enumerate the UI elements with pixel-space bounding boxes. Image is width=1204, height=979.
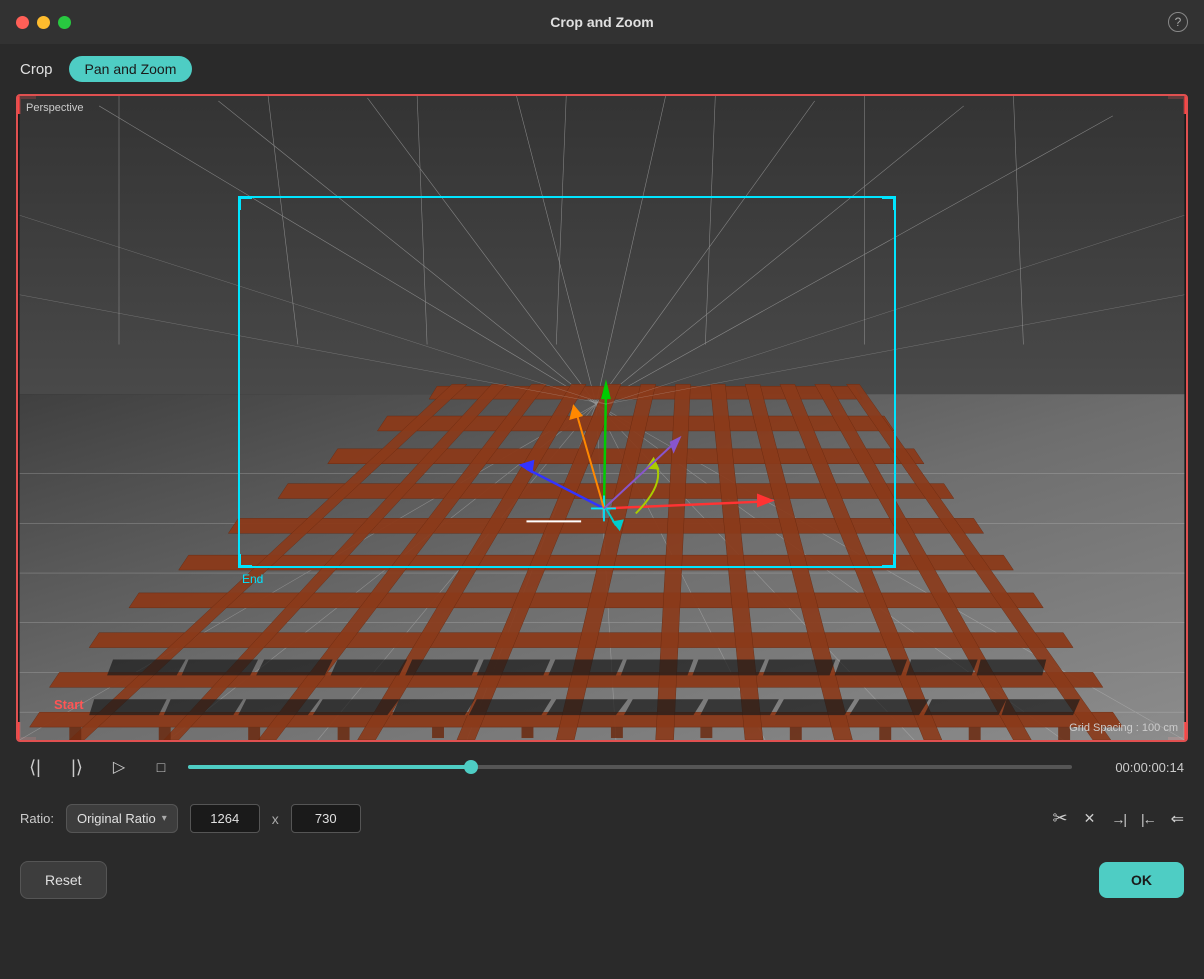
tabs-bar: Crop Pan and Zoom: [0, 44, 1204, 94]
window-title: Crop and Zoom: [550, 14, 653, 30]
minimize-button[interactable]: [37, 16, 50, 29]
reset-button[interactable]: Reset: [20, 861, 107, 899]
clear-crop-button[interactable]: ✕: [1084, 810, 1096, 827]
align-right-button[interactable]: →|: [1111, 811, 1125, 827]
maximize-button[interactable]: [58, 16, 71, 29]
tab-pan-zoom[interactable]: Pan and Zoom: [69, 56, 193, 82]
align-left-button[interactable]: |←: [1141, 811, 1155, 827]
tab-crop[interactable]: Crop: [20, 57, 53, 82]
ratio-actions: ✂ ✕ →| |← ⇐: [1052, 808, 1184, 829]
help-button[interactable]: ?: [1168, 12, 1188, 32]
ratio-selected-value: Original Ratio: [77, 811, 156, 826]
close-button[interactable]: [16, 16, 29, 29]
ratio-label: Ratio:: [20, 811, 54, 826]
ratio-dropdown[interactable]: Original Ratio ▾: [66, 804, 178, 833]
timecode-display: 00:00:00:14: [1084, 760, 1184, 775]
grid-spacing-label: Grid Spacing : 100 cm: [1069, 722, 1178, 734]
chevron-down-icon: ▾: [162, 813, 167, 824]
ok-button[interactable]: OK: [1099, 862, 1184, 898]
step-forward-button[interactable]: |⟩: [62, 752, 92, 782]
crop-to-frame-button[interactable]: ✂: [1052, 808, 1067, 829]
start-label: Start: [54, 697, 84, 712]
play-button[interactable]: ▷: [104, 752, 134, 782]
traffic-lights: [16, 16, 71, 29]
playback-bar: ⟨| |⟩ ▷ □ 00:00:00:14: [0, 742, 1204, 792]
viewport-container[interactable]: Perspective Grid Spacing : 100 cm End St…: [16, 94, 1188, 742]
perspective-label: Perspective: [26, 102, 83, 114]
step-back-button[interactable]: ⟨|: [20, 752, 50, 782]
viewport-scene: [18, 96, 1186, 740]
stop-button[interactable]: □: [146, 752, 176, 782]
ratio-bar: Ratio: Original Ratio ▾ x ✂ ✕ →| |← ⇐: [0, 792, 1204, 845]
scrubber-track[interactable]: [188, 765, 1072, 769]
height-input[interactable]: [291, 804, 361, 833]
scrubber-fill: [188, 765, 471, 769]
swap-button[interactable]: ⇐: [1171, 809, 1184, 829]
title-bar: Crop and Zoom ?: [0, 0, 1204, 44]
scrubber-thumb[interactable]: [464, 760, 478, 774]
dimension-separator: x: [272, 811, 279, 827]
bottom-bar: Reset OK: [0, 845, 1204, 915]
width-input[interactable]: [190, 804, 260, 833]
